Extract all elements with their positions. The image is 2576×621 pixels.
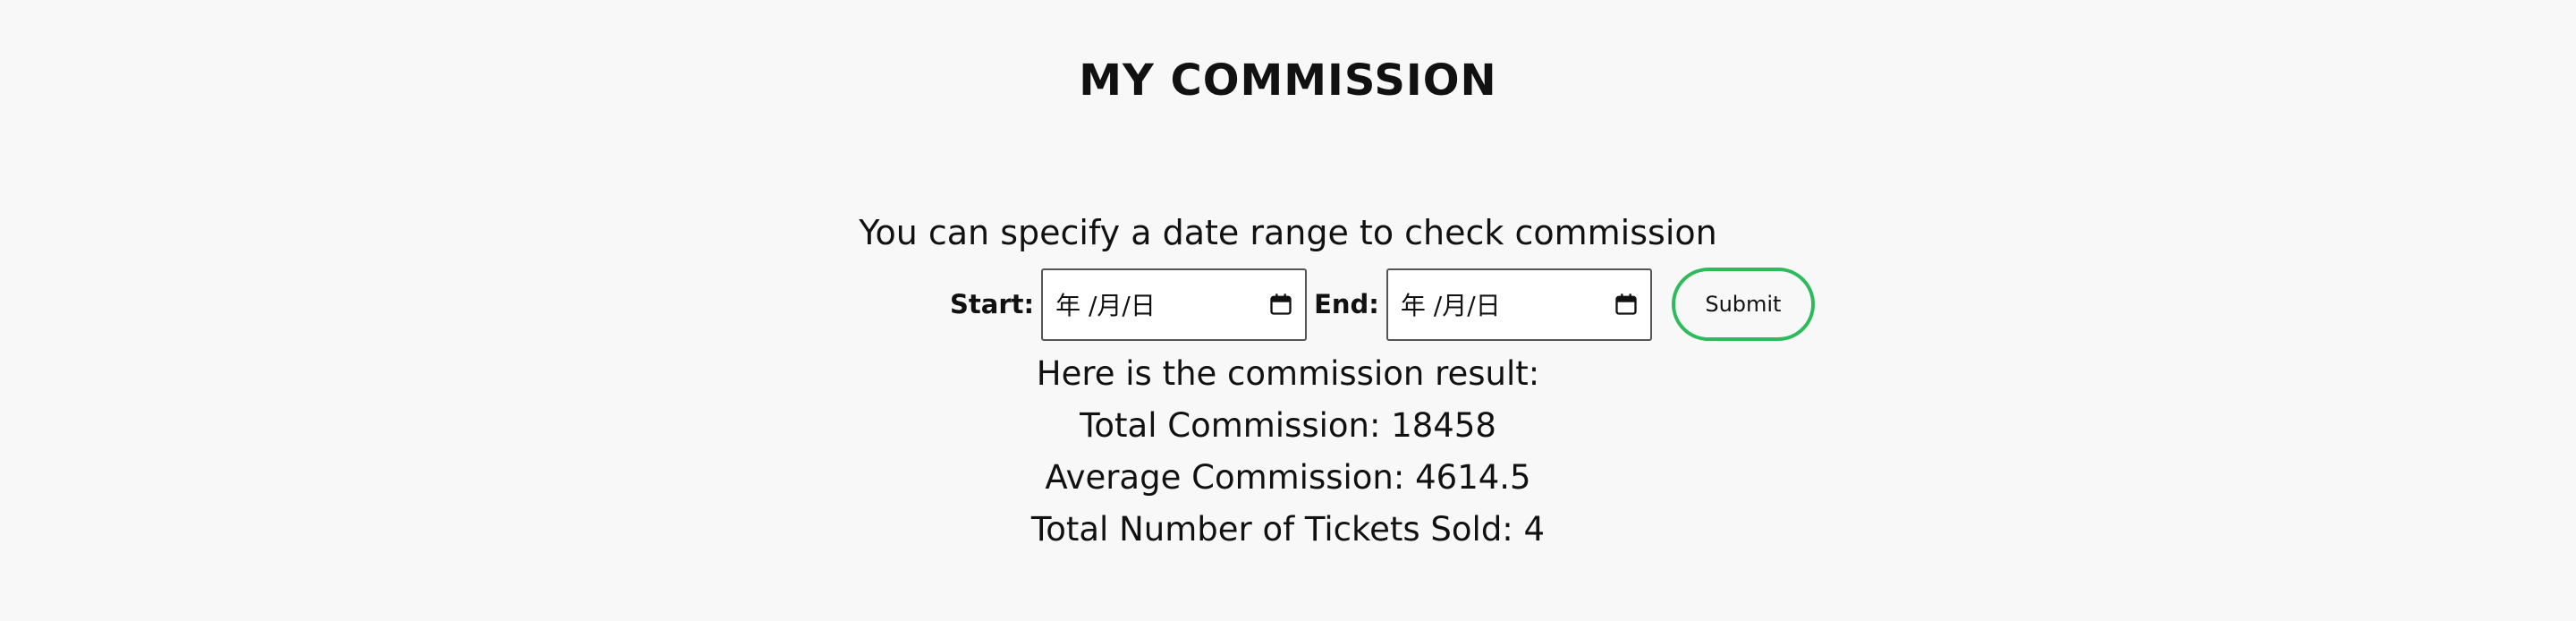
calendar-icon[interactable] — [1613, 291, 1640, 318]
commission-page: MY COMMISSION You can specify a date ran… — [0, 0, 2576, 621]
total-commission: Total Commission: 18458 — [1080, 406, 1496, 445]
end-date-label: End: — [1314, 289, 1379, 319]
date-range-instruction: You can specify a date range to check co… — [859, 213, 1717, 252]
end-date-input[interactable]: 年 /月/日 — [1385, 268, 1652, 341]
average-commission: Average Commission: 4614.5 — [1045, 458, 1531, 497]
page-title: MY COMMISSION — [1079, 55, 1497, 106]
tickets-sold: Total Number of Tickets Sold: 4 — [1030, 510, 1546, 549]
commission-results: Here is the commission result: Total Com… — [0, 351, 2576, 558]
date-range-form: Start: 年 /月/日 End: 年 /月/日 Submit — [950, 267, 1815, 342]
submit-button[interactable]: Submit — [1671, 268, 1815, 341]
start-date-placeholder: 年 /月/日 — [1055, 291, 1156, 320]
results-heading: Here is the commission result: — [1036, 354, 1540, 393]
start-date-label: Start: — [950, 289, 1035, 319]
start-date-input[interactable]: 年 /月/日 — [1041, 268, 1308, 341]
calendar-icon[interactable] — [1267, 291, 1294, 318]
end-date-placeholder: 年 /月/日 — [1400, 291, 1501, 320]
